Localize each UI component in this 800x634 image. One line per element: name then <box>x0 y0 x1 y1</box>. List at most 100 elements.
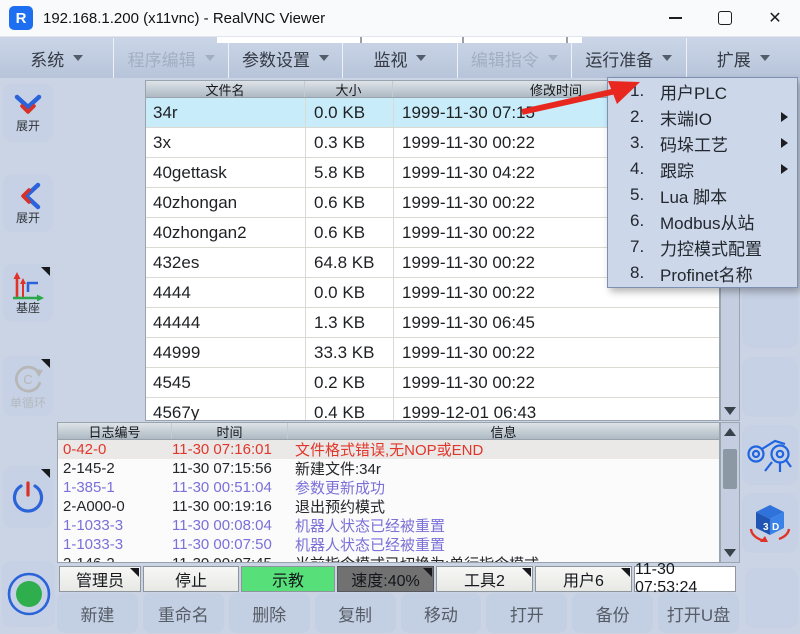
right-sidebar-button-0[interactable] <box>742 288 798 348</box>
file-column-header-1[interactable]: 大小 <box>305 81 393 97</box>
log-row-2[interactable]: 1-385-1 11-30 00:51:04 参数更新成功 <box>58 478 719 497</box>
action-button-6[interactable]: 备份 <box>572 593 653 633</box>
file-icon: 40zhongan2 <box>153 223 247 243</box>
status-bar: 管理员停止示教速度:40%工具2用户611-30 07:53:24 <box>59 566 736 592</box>
action-button-row: 新建重命名删除复制移动打开备份打开U盘 <box>57 593 739 633</box>
log-row-0[interactable]: 0-42-0 11-30 07:16:01 文件格式错误,无NOP或END <box>58 440 719 459</box>
action-button-3[interactable]: 复制 <box>315 593 396 633</box>
status-segment-5[interactable]: 用户6 <box>535 566 632 592</box>
sidebar-button-record[interactable] <box>2 561 55 627</box>
power-icon <box>10 479 46 515</box>
file-icon: 34r <box>153 103 178 123</box>
context-menu-item-7[interactable]: 7.力控模式配置 <box>608 234 797 260</box>
file-modified-cell: 1999-12-01 06:43 <box>393 398 719 421</box>
maximize-button[interactable] <box>700 0 750 36</box>
context-menu-item-1[interactable]: 1.用户PLC <box>608 78 797 104</box>
log-row-5[interactable]: 1-1033-3 11-30 00:07:50 机器人状态已经被重置 <box>58 535 719 554</box>
file-icon: 44999 <box>153 343 200 363</box>
log-message-cell: 机器人状态已经被重置 <box>288 515 719 536</box>
file-name-cell: 4567y <box>146 398 305 421</box>
right-sidebar-button-4[interactable] <box>745 568 798 628</box>
sidebar-button-double-chevron-down[interactable]: 展开 <box>3 84 53 142</box>
context-menu-item-5[interactable]: 5.Lua 脚本 <box>608 182 797 208</box>
action-button-5[interactable]: 打开 <box>486 593 567 633</box>
action-button-7[interactable]: 打开U盘 <box>658 593 739 633</box>
status-segment-1[interactable]: 停止 <box>143 566 239 592</box>
action-button-1[interactable]: 重命名 <box>143 593 224 633</box>
menu-item-label: 编辑指令 <box>471 46 539 71</box>
context-menu-item-number: 5. <box>630 185 660 205</box>
right-sidebar-button-3d-view[interactable]: 3 D <box>742 493 798 553</box>
action-button-4[interactable]: 移动 <box>401 593 482 633</box>
file-name-cell: 4444 <box>146 278 305 307</box>
submenu-arrow-icon <box>781 164 788 174</box>
file-row-4567y[interactable]: 4567y 0.4 KB 1999-12-01 06:43 <box>146 398 719 421</box>
file-name-cell: 40zhongan2 <box>146 218 305 247</box>
log-time-cell: 11-30 07:15:56 <box>172 460 288 477</box>
close-button[interactable]: ✕ <box>750 0 800 36</box>
log-row-4[interactable]: 1-1033-3 11-30 00:08:04 机器人状态已经被重置 <box>58 516 719 535</box>
file-row-44999[interactable]: 44999 33.3 KB 1999-11-30 00:22 <box>146 338 719 368</box>
file-row-4545[interactable]: 4545 0.2 KB 1999-11-30 00:22 <box>146 368 719 398</box>
corner-mark-icon <box>41 267 50 276</box>
log-time-cell: 11-30 00:19:16 <box>172 498 288 515</box>
title-bar[interactable]: R 192.168.1.200 (x11vnc) - RealVNC Viewe… <box>0 0 800 37</box>
context-menu-item-label: Modbus从站 <box>660 209 754 234</box>
status-segment-4[interactable]: 工具2 <box>436 566 533 592</box>
file-modified-cell: 1999-11-30 00:22 <box>393 338 719 367</box>
menu-item-3[interactable]: 监视 <box>343 38 457 78</box>
file-column-header-0[interactable]: 文件名 <box>146 81 305 97</box>
menu-item-label: 系统 <box>30 46 64 71</box>
sidebar-button-coordinate-axes[interactable]: 基座 <box>3 264 53 322</box>
menu-item-5[interactable]: 运行准备 <box>572 38 686 78</box>
log-message-cell: 新建文件:34r <box>288 458 719 479</box>
record-icon <box>6 571 52 617</box>
scroll-up-icon[interactable] <box>721 424 739 440</box>
menu-item-2[interactable]: 参数设置 <box>229 38 343 78</box>
context-menu-item-3[interactable]: 3.码垛工艺 <box>608 130 797 156</box>
file-name-cell: 34r <box>146 98 305 127</box>
action-button-0[interactable]: 新建 <box>57 593 138 633</box>
menu-item-label: 扩展 <box>717 46 751 71</box>
chevron-down-icon <box>73 55 83 61</box>
file-row-44444[interactable]: 44444 1.3 KB 1999-11-30 06:45 <box>146 308 719 338</box>
menu-item-6[interactable]: 扩展 <box>687 38 800 78</box>
sidebar-button-double-chevron-left[interactable]: 展开 <box>3 174 53 232</box>
log-column-header-1[interactable]: 时间 <box>172 423 288 439</box>
warning-icon: 1-1033-3 <box>63 536 123 553</box>
status-segment-0[interactable]: 管理员 <box>59 566 141 592</box>
3d-view-icon: 3 D <box>746 501 794 545</box>
scroll-down-icon[interactable] <box>721 403 739 419</box>
file-icon: 4567y <box>153 403 199 422</box>
context-menu-item-2[interactable]: 2.末端IO <box>608 104 797 130</box>
file-name-cell: 432es <box>146 248 305 277</box>
log-time-cell: 11-30 00:51:04 <box>172 479 288 496</box>
log-row-3[interactable]: 2-A000-0 11-30 00:19:16 退出预约模式 <box>58 497 719 516</box>
log-column-header-2[interactable]: 信息 <box>288 423 719 439</box>
file-icon: 40zhongan <box>153 193 237 213</box>
menu-item-0[interactable]: 系统 <box>0 38 114 78</box>
log-row-1[interactable]: 2-145-2 11-30 07:15:56 新建文件:34r <box>58 459 719 478</box>
log-column-header-0[interactable]: 日志编号 <box>58 423 172 439</box>
context-menu-item-4[interactable]: 4.跟踪 <box>608 156 797 182</box>
log-scrollbar[interactable] <box>720 422 740 563</box>
chevron-down-icon <box>760 55 770 61</box>
context-menu-item-6[interactable]: 6.Modbus从站 <box>608 208 797 234</box>
status-segment-2[interactable]: 示教 <box>241 566 335 592</box>
context-menu-item-number: 8. <box>630 263 660 283</box>
menu-bar: 系统程序编辑参数设置监视编辑指令运行准备扩展 <box>0 38 800 78</box>
status-segment-3[interactable]: 速度:40% <box>337 566 434 592</box>
action-button-2[interactable]: 删除 <box>229 593 310 633</box>
context-menu-item-8[interactable]: 8.Profinet名称 <box>608 260 797 286</box>
minimize-button[interactable] <box>650 0 700 36</box>
sidebar-button-power[interactable] <box>3 466 53 528</box>
log-row-6[interactable]: 2-146-2 11-30 00:07:45 当前指令模式已切换为:单行指令模式 <box>58 554 719 563</box>
remote-screen-edge <box>217 37 582 43</box>
right-sidebar-button-1[interactable] <box>742 357 798 417</box>
log-time-cell: 11-30 00:07:50 <box>172 536 288 553</box>
right-sidebar-button-robot-arm[interactable] <box>742 425 798 485</box>
context-menu-item-number: 7. <box>630 237 660 257</box>
scroll-down-icon[interactable] <box>721 545 739 561</box>
log-id-cell: 2-A000-0 <box>58 498 172 515</box>
scrollbar-thumb[interactable] <box>723 449 737 489</box>
